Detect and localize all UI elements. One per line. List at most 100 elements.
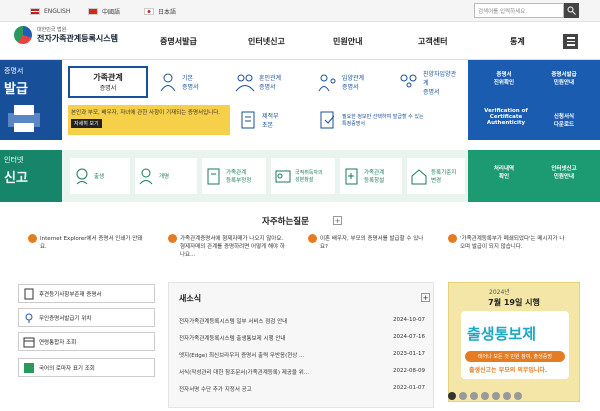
quick-link-age-lookup[interactable]: 연령통합자 조회 [18, 332, 155, 351]
faq-item[interactable]: Internet Explorer에서 증명서 인쇄가 안돼요. [28, 234, 148, 250]
card-label: 혼인관계 증명서 [259, 75, 282, 91]
document-edit-icon [207, 168, 220, 185]
quick-link-label: 무인증명서발급기 위치 [39, 315, 92, 322]
faq-more-button[interactable]: + [333, 216, 342, 225]
document-add-icon [345, 168, 358, 185]
basic-cert-card[interactable]: 기본 증명서 [155, 66, 227, 98]
search-button[interactable] [564, 3, 579, 18]
card-label: 가족관계 등록창설 [364, 170, 385, 184]
family-cert-description: 본인과 부모, 배우자, 자녀에 관한 사항이 기재되는 증명서입니다. 자세히… [68, 105, 230, 135]
news-item-date: 2022-01-07 [393, 385, 425, 391]
pagination-dot[interactable] [514, 392, 522, 400]
banner-bottom-text: 출생신고는 부모의 의무입니다. [469, 367, 548, 374]
faq-item[interactable]: 이혼 배우자, 부모의 증명서를 발급할 수 있나요? [308, 234, 428, 250]
pagination-dot[interactable] [459, 392, 467, 400]
select-document-icon [320, 111, 335, 129]
faq-item[interactable]: 가족관계증명서에 형제자매가 나오지 않아요. 형제자매의 관계를 증명하려면 … [168, 234, 288, 258]
lang-japanese-link[interactable]: 日本語 [144, 5, 176, 17]
person-icon [160, 73, 176, 92]
question-icon [28, 234, 37, 243]
card-label: 친양자입양관계 증명서 [423, 70, 457, 96]
nav-certificate[interactable]: 증명서발급 [160, 36, 197, 47]
quick-link-kiosk[interactable]: 무인증명서발급기 위치 [18, 308, 155, 327]
naturalized-surname-card[interactable]: 국적취득자의 성본창설 [271, 158, 335, 194]
nav-internet-report[interactable]: 인터넷신고 [248, 36, 285, 47]
card-title: 가족관계 [93, 73, 123, 82]
banner-date: 7월 19일 시행 [488, 298, 540, 307]
quick-link-romanization[interactable]: 국어의 로마자 표기 조회 [18, 358, 155, 377]
couple-icon [235, 74, 255, 92]
note-text: 본인과 부모, 배우자, 자녀에 관한 사항이 기재되는 증명서입니다. [71, 110, 221, 116]
house-icon [411, 169, 427, 185]
card-subtitle: 증명서 [99, 85, 117, 92]
faq-text: 가족관계증명서에 형제자매가 나오지 않아요. 형제자매의 관계를 증명하려면 … [180, 236, 285, 258]
report-section-heading: 인터넷 신고 [0, 150, 62, 202]
name-change-card[interactable]: 개명 [135, 158, 197, 194]
lang-english-label: ENGLISH [44, 7, 71, 15]
birth-notification-banner[interactable]: 2024년 7월 19일 시행 출생통보제 태어나 모든 것 민원 참여, 출생… [448, 282, 580, 402]
news-item-title: 서식(작성관리 대한 참조문서(가족관계등록) 제공을 위... [179, 370, 309, 376]
cert-authenticity-link[interactable]: Verification of Certificate Authenticity [476, 108, 536, 126]
news-item[interactable]: 서식(작성관리 대한 참조문서(가족관계등록) 제공을 위... 2022-08… [179, 368, 425, 376]
news-item[interactable]: 전자가족관계등록시스템 출생통보제 시행 안내 2024-07-16 [179, 334, 425, 342]
pagination-dot[interactable] [470, 392, 478, 400]
report-status-link[interactable]: 처리내역 확인 [476, 164, 532, 180]
document-icon [24, 288, 34, 299]
quick-link-label: 국어의 로마자 표기 조회 [39, 365, 95, 372]
logo-title: 전자가족관계등록시스템 [37, 34, 118, 43]
specific-cert-card[interactable]: 필요한 정보만 선택하여 발급할 수 있는 특정증명서 [315, 104, 464, 136]
person-edit-icon [139, 168, 153, 185]
faq-text: 이혼 배우자, 부모의 증명서를 발급할 수 있나요? [320, 236, 424, 250]
faq-text: '가족관계등록부가 폐쇄되었다'는 메시지가 나오며 발급이 되지 않습니다. [460, 236, 565, 250]
logo-subtitle: 대한민국 법원 [37, 27, 67, 33]
quick-link-guardianship[interactable]: 후견등기사항부존재 증명서 [18, 284, 155, 303]
pagination-dot[interactable] [481, 392, 489, 400]
registry-correction-card[interactable]: 가족관계 등록부정정 [202, 158, 266, 194]
nav-civil-guide[interactable]: 민원안내 [333, 36, 362, 47]
card-label: 기본 증명서 [182, 75, 199, 91]
news-item[interactable]: 엣지(Edge) 최신브라우저 증명서 출력 무반응(현상 ... 2023-0… [179, 351, 425, 359]
news-item[interactable]: 전자가족관계등록시스템 일부 서비스 점검 안내 2024-10-07 [179, 317, 425, 325]
section-label-large: 발급 [4, 82, 28, 97]
court-logo-icon [14, 26, 32, 44]
main-header: 대한민국 법원 전자가족관계등록시스템 증명서발급 인터넷신고 민원안내 고객센… [0, 22, 600, 60]
cert-verify-link[interactable]: 증명서 진위확인 [476, 70, 532, 86]
faq-item[interactable]: '가족관계등록부가 폐쇄되었다'는 메시지가 나오며 발급이 되지 않습니다. [448, 234, 568, 250]
form-download-link[interactable]: 신청서식 다운로드 [534, 112, 594, 128]
hamburger-menu-button[interactable] [563, 34, 578, 49]
nav-customer-center[interactable]: 고객센터 [418, 36, 447, 47]
removal-record-card[interactable]: 제적부 초본 [235, 104, 310, 136]
banner-card: 출생통보제 태어나 모든 것 민원 참여, 출생증명 출생신고는 부모의 의무입… [461, 311, 569, 379]
lang-english-link[interactable]: ENGLISH [30, 5, 70, 17]
site-logo[interactable]: 대한민국 법원 전자가족관계등록시스템 [14, 26, 118, 44]
top-utility-bar: ENGLISH 中國語 日本語 검색어를 입력하세요. [0, 0, 600, 22]
news-more-button[interactable]: + [421, 293, 430, 302]
full-adoption-cert-card[interactable]: 친양자입양관계 증명서 [396, 66, 464, 98]
marriage-cert-card[interactable]: 혼인관계 증명서 [232, 66, 310, 98]
pagination-dot[interactable] [448, 392, 456, 400]
document-icon [241, 111, 255, 129]
news-panel: 새소식 + 전자가족관계등록시스템 일부 서비스 점검 안내 2024-10-0… [168, 282, 434, 408]
news-item-title: 전자서명 수단 추가 지정서 공고 [179, 387, 252, 393]
pagination-dot[interactable] [492, 392, 500, 400]
cert-issue-guide-link[interactable]: 증명서발급 민원안내 [534, 70, 594, 86]
search-input[interactable]: 검색어를 입력하세요. [474, 3, 564, 18]
certificate-section-heading: 증명서 발급 [0, 60, 62, 140]
card-label: 등록기준지 변경 [431, 170, 457, 184]
base-address-change-card[interactable]: 등록기준지 변경 [407, 158, 465, 194]
pagination-dot[interactable] [503, 392, 511, 400]
news-item[interactable]: 전자서명 수단 추가 지정서 공고 2022-01-07 [179, 385, 425, 393]
birth-report-card[interactable]: 출생 [70, 158, 130, 194]
lang-chinese-link[interactable]: 中國語 [88, 5, 120, 17]
card-label: 제적부 초본 [262, 113, 279, 129]
family-relation-cert-card[interactable]: 가족관계 증명서 [68, 66, 148, 98]
text-icon [24, 362, 34, 373]
news-item-date: 2022-08-09 [393, 368, 425, 374]
card-label: 입양관계 증명서 [342, 75, 365, 91]
adoption-cert-card[interactable]: 입양관계 증명서 [315, 66, 391, 98]
report-guide-link[interactable]: 인터넷신고 민원안내 [534, 164, 594, 180]
more-info-button[interactable]: 자세히 보기 [71, 119, 102, 128]
section-label-small: 증명서 [4, 67, 24, 75]
nav-statistics[interactable]: 통계 [510, 36, 525, 47]
registry-creation-card[interactable]: 가족관계 등록창설 [340, 158, 402, 194]
